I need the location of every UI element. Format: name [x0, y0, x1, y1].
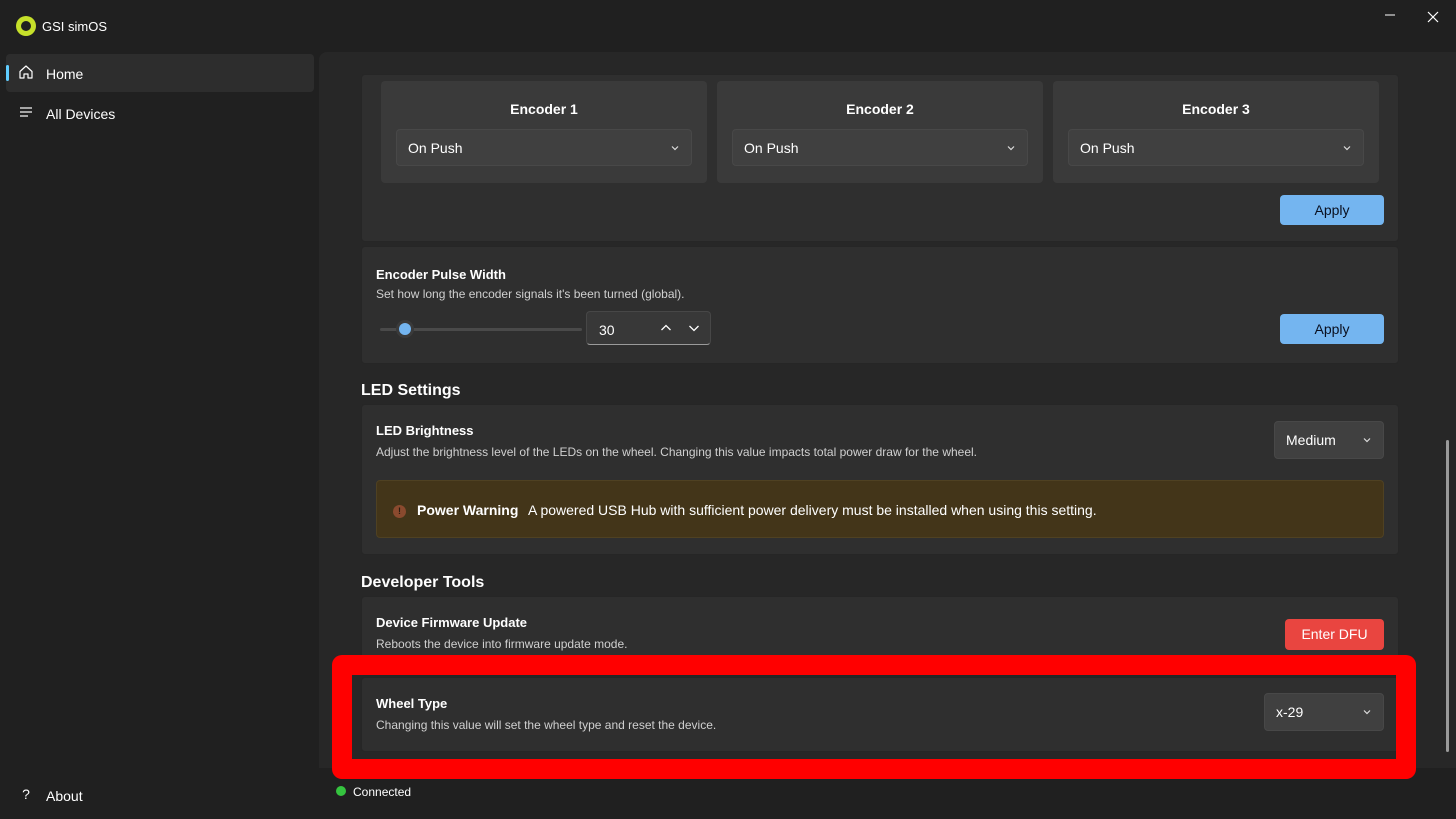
chevron-down-icon [1342, 143, 1352, 153]
chevron-down-icon[interactable] [686, 320, 702, 336]
chevron-up-icon[interactable] [658, 320, 674, 336]
pulse-width-title: Encoder Pulse Width [376, 267, 506, 282]
encoder-mode-select[interactable]: On Push [1068, 129, 1364, 166]
encoder-mode-select[interactable]: On Push [396, 129, 692, 166]
warning-text: A powered USB Hub with sufficient power … [528, 502, 1097, 518]
home-icon [18, 64, 34, 80]
sidebar-item-label: About [46, 788, 83, 804]
dfu-description: Reboots the device into firmware update … [376, 637, 628, 651]
sidebar: Home All Devices ? About [0, 52, 319, 819]
pulse-width-number-input[interactable]: 30 [586, 311, 711, 345]
select-value: On Push [1080, 139, 1135, 156]
encoder-panel: Encoder 3 On Push [1053, 81, 1379, 183]
led-brightness-title: LED Brightness [376, 423, 474, 438]
status-text: Connected [353, 785, 412, 799]
dfu-title: Device Firmware Update [376, 615, 528, 630]
power-warning-banner: ! Power Warning A powered USB Hub with s… [376, 480, 1384, 538]
encoders-card: Encoder 1 On Push Encoder 2 On Push Enco… [361, 74, 1399, 242]
minimize-icon[interactable] [1375, 6, 1405, 28]
encoder-title: Encoder 2 [846, 101, 914, 117]
led-settings-heading: LED Settings [361, 382, 461, 399]
apply-encoders-button[interactable]: Apply [1280, 195, 1384, 225]
app-logo-icon [16, 16, 36, 36]
led-brightness-card: LED Brightness Adjust the brightness lev… [361, 404, 1399, 555]
title-bar: GSI simOS [0, 0, 1456, 52]
active-indicator [6, 65, 9, 81]
sidebar-item-label: Home [46, 66, 84, 82]
pulse-width-slider-thumb[interactable] [396, 320, 414, 338]
encoder-title: Encoder 3 [1182, 101, 1250, 117]
sidebar-item-about[interactable]: ? About [6, 776, 314, 814]
highlight-box [332, 655, 1416, 779]
chevron-down-icon [1006, 143, 1016, 153]
sidebar-item-all-devices[interactable]: All Devices [6, 94, 314, 132]
exclamation-icon: ! [393, 505, 406, 518]
encoder-panel: Encoder 2 On Push [717, 81, 1043, 183]
list-icon [18, 104, 34, 120]
pulse-width-description: Set how long the encoder signals it's be… [376, 287, 685, 301]
sidebar-item-label: All Devices [46, 106, 116, 122]
content-scrollbar[interactable] [1446, 440, 1449, 752]
developer-tools-heading: Developer Tools [361, 574, 485, 591]
apply-pulse-width-button[interactable]: Apply [1280, 314, 1384, 344]
app-title: GSI simOS [42, 19, 108, 34]
warning-title: Power Warning [417, 502, 519, 518]
select-value: Medium [1286, 432, 1336, 448]
encoder-title: Encoder 1 [510, 101, 578, 117]
chevron-down-icon [1362, 435, 1372, 445]
number-value: 30 [599, 322, 615, 338]
pulse-width-card: Encoder Pulse Width Set how long the enc… [361, 246, 1399, 364]
status-dot-icon [336, 786, 346, 796]
question-icon: ? [22, 786, 30, 802]
enter-dfu-button[interactable]: Enter DFU [1285, 619, 1384, 650]
sidebar-item-home[interactable]: Home [6, 54, 314, 92]
chevron-down-icon [670, 143, 680, 153]
encoder-mode-select[interactable]: On Push [732, 129, 1028, 166]
select-value: On Push [408, 139, 463, 156]
led-brightness-description: Adjust the brightness level of the LEDs … [376, 445, 978, 459]
led-brightness-select[interactable]: Medium [1274, 421, 1384, 459]
encoder-panel: Encoder 1 On Push [381, 81, 707, 183]
select-value: On Push [744, 139, 799, 156]
close-icon[interactable] [1418, 6, 1448, 28]
